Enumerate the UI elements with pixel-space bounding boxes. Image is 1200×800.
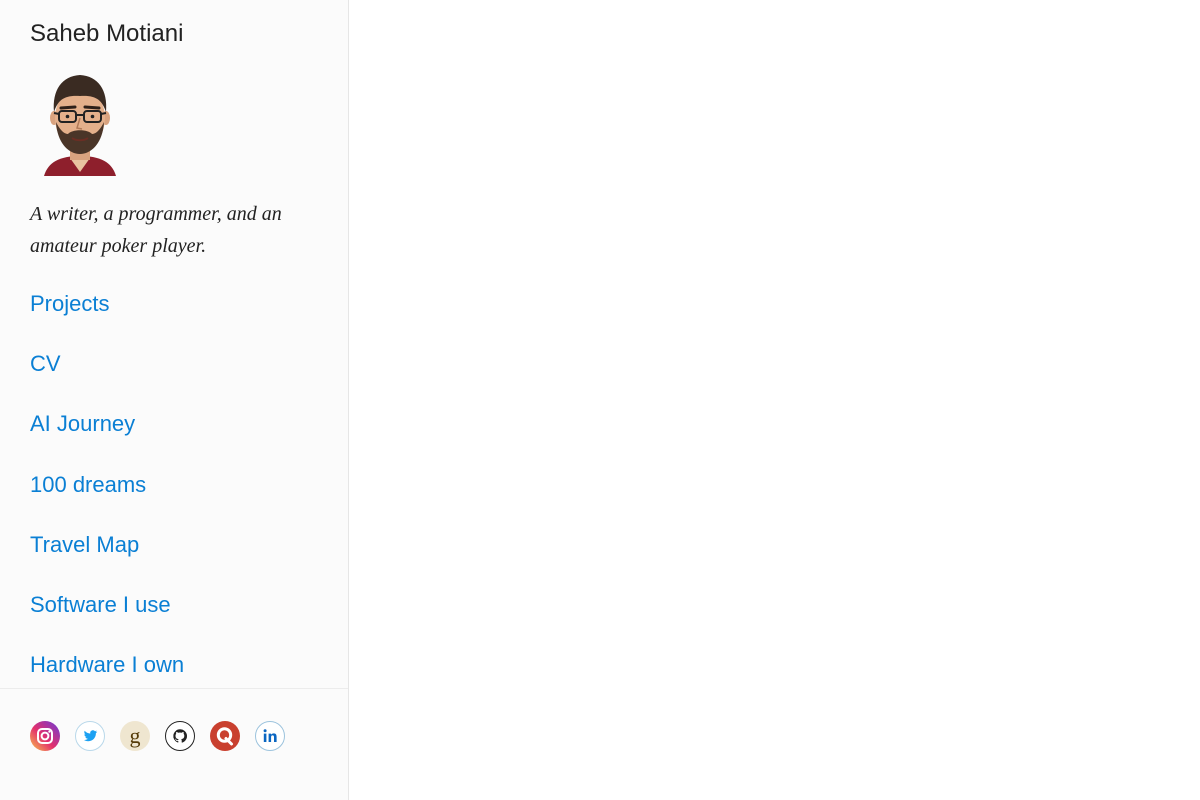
site-title[interactable]: Saheb Motiani — [30, 18, 183, 50]
nav-link-projects[interactable]: Projects — [30, 291, 109, 316]
nav-item-software: Software I use — [30, 587, 184, 647]
nav-item-ai-journey: AI Journey — [30, 406, 184, 466]
sidebar: Saheb Motiani A writer, a programmer, an… — [0, 0, 349, 800]
avatar — [44, 75, 116, 176]
instagram-icon[interactable] — [30, 721, 60, 751]
nav-link-100-dreams[interactable]: 100 dreams — [30, 472, 146, 497]
nav-item-travel-map: Travel Map — [30, 527, 184, 587]
nav-item-projects: Projects — [30, 286, 184, 346]
goodreads-icon[interactable]: g — [120, 721, 150, 751]
quora-icon[interactable] — [210, 721, 240, 751]
nav-link-travel-map[interactable]: Travel Map — [30, 532, 139, 557]
sidebar-nav: Projects CV AI Journey 100 dreams Travel… — [30, 286, 184, 707]
nav-item-100-dreams: 100 dreams — [30, 467, 184, 527]
nav-item-cv: CV — [30, 346, 184, 406]
github-icon[interactable] — [165, 721, 195, 751]
nav-link-cv[interactable]: CV — [30, 351, 61, 376]
linkedin-icon[interactable] — [255, 721, 285, 751]
main-content — [350, 0, 1200, 800]
nav-link-hardware[interactable]: Hardware I own — [30, 652, 184, 677]
svg-text:g: g — [130, 723, 141, 748]
sidebar-divider — [0, 688, 348, 689]
tagline: A writer, a programmer, and an amateur p… — [30, 203, 282, 257]
nav-item-hardware: Hardware I own — [30, 647, 184, 707]
social-links: g — [30, 721, 285, 751]
nav-link-ai-journey[interactable]: AI Journey — [30, 411, 135, 436]
page: Saheb Motiani A writer, a programmer, an… — [0, 0, 1200, 800]
twitter-icon[interactable] — [75, 721, 105, 751]
nav-link-software[interactable]: Software I use — [30, 592, 171, 617]
